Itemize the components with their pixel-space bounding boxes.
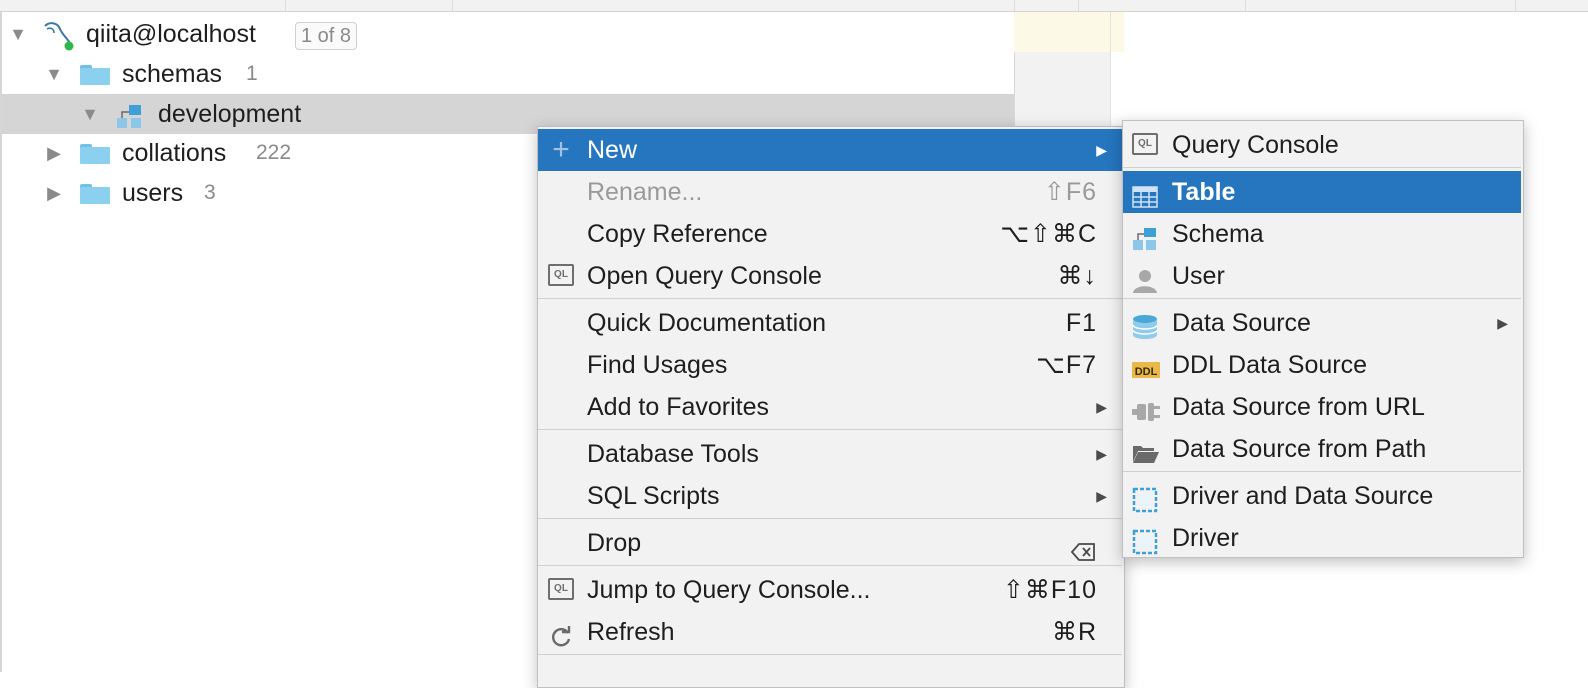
expand-down-icon[interactable]: ▼ [8, 14, 28, 54]
query-console-icon: QL [1132, 133, 1158, 157]
shortcut: F1 [1065, 309, 1097, 337]
context-menu: + New ▶ Rename... ⇧F6 Copy Reference ⌥⇧⌘… [537, 126, 1125, 688]
collations-count: 222 [256, 141, 292, 164]
menu-separator [538, 654, 1122, 655]
query-console-icon: QL [548, 578, 574, 602]
folder-icon [80, 65, 110, 85]
schema-count-badge[interactable]: 1 of 8 [295, 22, 358, 50]
submenu-item-driver-and-data-source[interactable]: Driver and Data Source [1123, 475, 1521, 517]
menu-item-rename[interactable]: Rename... ⇧F6 [538, 171, 1122, 213]
menu-item-copy-reference[interactable]: Copy Reference ⌥⇧⌘C [538, 213, 1122, 255]
submenu-item-data-source-from-url[interactable]: Data Source from URL [1123, 386, 1521, 428]
shortcut: ⇧F6 [1043, 178, 1097, 206]
users-count: 3 [204, 181, 216, 204]
plug-icon [1132, 395, 1160, 421]
shortcut: ⇧⌘F10 [1002, 576, 1097, 604]
submenu-item-driver[interactable]: Driver [1123, 517, 1521, 559]
folder-icon [80, 144, 110, 164]
expand-down-icon[interactable]: ▼ [44, 54, 64, 94]
submenu-item-ddl-data-source[interactable]: DDL DDL Data Source [1123, 344, 1521, 386]
folder-icon [80, 184, 110, 204]
users-label: users [122, 179, 184, 207]
menu-item-refresh[interactable]: Refresh ⌘R [538, 611, 1122, 653]
menu-item-sql-scripts[interactable]: SQL Scripts ▶ [538, 475, 1122, 517]
query-console-icon: QL [548, 264, 574, 288]
menu-item-database-tools[interactable]: Database Tools ▶ [538, 433, 1122, 475]
shortcut: ⌥⇧⌘C [1000, 220, 1097, 248]
submenu-arrow-icon: ▶ [1096, 142, 1107, 158]
plus-icon: + [552, 133, 570, 166]
delete-key-icon [1070, 533, 1097, 561]
shortcut: ⌘↓ [1057, 262, 1097, 290]
shortcut: ⌘R [1051, 618, 1097, 646]
expand-right-icon[interactable]: ▶ [44, 173, 64, 213]
refresh-icon [548, 620, 574, 647]
tree-row-root[interactable]: ▼ qiita@localhost 1 of 8 [2, 14, 1014, 54]
menu-item-new[interactable]: + New ▶ [538, 129, 1122, 171]
menu-item-open-query-console[interactable]: QL Open Query Console ⌘↓ [538, 255, 1122, 297]
expand-down-icon[interactable]: ▼ [80, 94, 100, 134]
menu-separator [538, 429, 1122, 430]
submenu-item-query-console[interactable]: QL Query Console [1123, 124, 1521, 166]
submenu-arrow-icon: ▶ [1096, 488, 1107, 504]
menu-separator [538, 518, 1122, 519]
submenu-item-data-source[interactable]: Data Source ▶ [1123, 302, 1521, 344]
folder-open-icon [1132, 437, 1159, 463]
tree-row-schemas[interactable]: ▼ schemas 1 [2, 54, 1014, 94]
submenu-item-data-source-from-path[interactable]: Data Source from Path [1123, 428, 1521, 470]
submenu-arrow-icon: ▶ [1096, 446, 1107, 462]
schema-icon [116, 102, 144, 128]
connection-label: qiita@localhost [86, 20, 256, 48]
ddl-icon: DDL [1132, 353, 1160, 378]
expand-right-icon[interactable]: ▶ [44, 133, 64, 173]
top-header-strip [0, 0, 1588, 12]
menu-item-add-to-favorites[interactable]: Add to Favorites ▶ [538, 386, 1122, 428]
current-line-highlight [1014, 12, 1124, 52]
mysql-dolphin-icon [42, 19, 76, 51]
collations-label: collations [122, 139, 227, 167]
menu-item-find-usages[interactable]: Find Usages ⌥F7 [538, 344, 1122, 386]
menu-separator [538, 298, 1122, 299]
schemas-count: 1 [246, 62, 258, 85]
table-icon [1132, 180, 1158, 208]
new-submenu: QL Query Console Table Schema User Data … [1122, 120, 1524, 558]
schema-icon [1132, 222, 1158, 250]
database-icon [1132, 311, 1158, 339]
development-label: development [158, 100, 302, 128]
driver-icon [1132, 484, 1158, 513]
menu-separator [1123, 167, 1521, 168]
submenu-item-user[interactable]: User [1123, 255, 1521, 297]
submenu-item-table[interactable]: Table [1123, 171, 1521, 213]
menu-separator [1123, 471, 1521, 472]
driver-icon [1132, 526, 1158, 555]
shortcut: ⌥F7 [1036, 351, 1097, 379]
submenu-arrow-icon: ▶ [1497, 315, 1508, 331]
menu-item-drop[interactable]: Drop [538, 522, 1122, 564]
submenu-arrow-icon: ▶ [1096, 399, 1107, 415]
svg-text:DDL: DDL [1135, 366, 1158, 378]
menu-item-jump-to-query-console[interactable]: QL Jump to Query Console... ⇧⌘F10 [538, 569, 1122, 611]
menu-item-quick-documentation[interactable]: Quick Documentation F1 [538, 302, 1122, 344]
menu-separator [1123, 298, 1521, 299]
user-icon [1132, 264, 1158, 293]
menu-separator [538, 565, 1122, 566]
schemas-label: schemas [122, 60, 223, 88]
submenu-item-schema[interactable]: Schema [1123, 213, 1521, 255]
